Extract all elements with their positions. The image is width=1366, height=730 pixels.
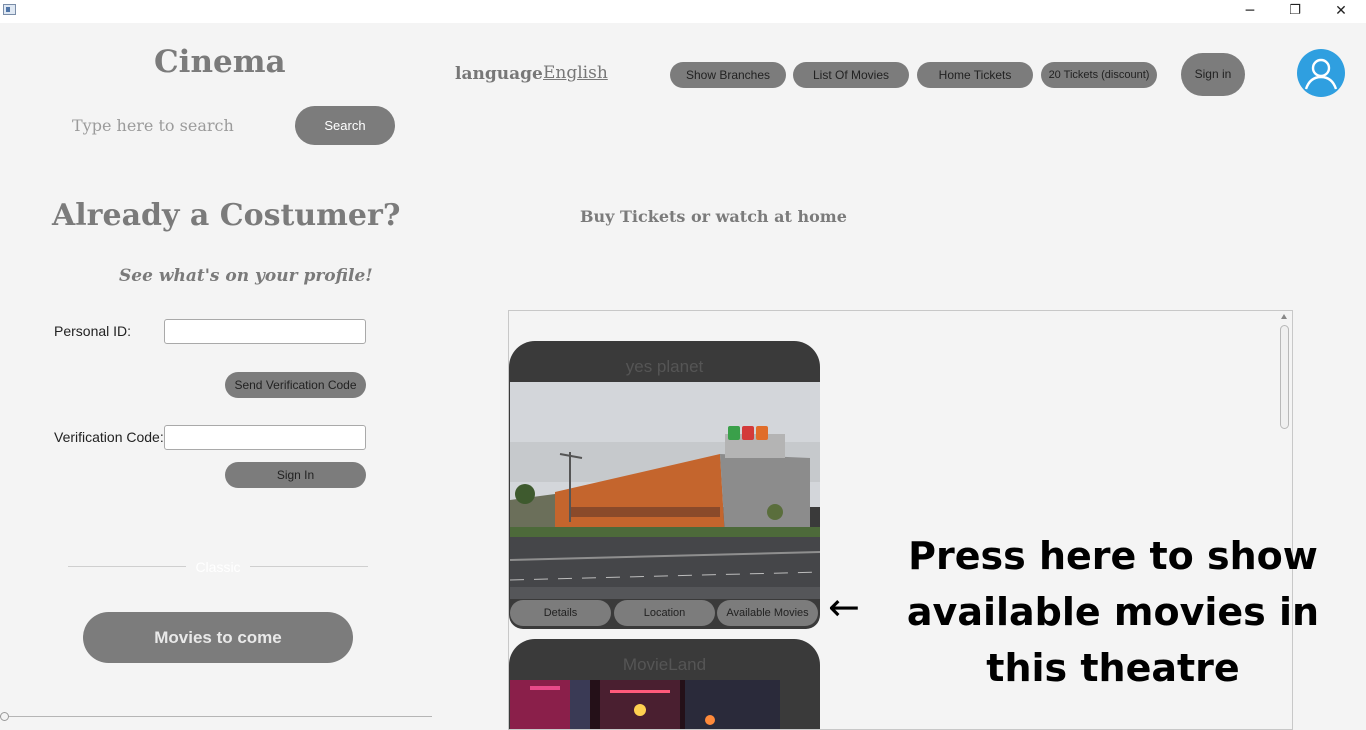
profile-subheading: See what's on your profile! — [119, 266, 373, 286]
window-titlebar: ─ ❐ ✕ — [0, 0, 1366, 23]
personal-id-label: Personal ID: — [54, 323, 132, 339]
left-arrow-icon: ← — [828, 585, 860, 629]
app-icon — [3, 4, 16, 15]
horizontal-scrollbar[interactable] — [0, 716, 432, 721]
close-button[interactable]: ✕ — [1318, 0, 1364, 23]
verification-code-field[interactable] — [164, 425, 366, 450]
branch-card: MovieLand — [509, 639, 820, 729]
maximize-button[interactable]: ❐ — [1272, 0, 1318, 23]
branch-photo — [510, 382, 820, 599]
verification-code-label: Verification Code: — [54, 429, 164, 445]
list-of-movies-button[interactable]: List Of Movies — [793, 62, 909, 88]
already-customer-heading: Already a Costumer? — [52, 198, 401, 233]
sign-in-submit-button[interactable]: Sign In — [225, 462, 366, 488]
vertical-scroll-thumb[interactable] — [1280, 325, 1289, 429]
search-button[interactable]: Search — [295, 106, 395, 145]
location-button[interactable]: Location — [614, 600, 715, 626]
branch-name: yes planet — [625, 357, 704, 376]
buy-tickets-heading: Buy Tickets or watch at home — [580, 207, 847, 226]
user-icon[interactable] — [1297, 49, 1345, 97]
scroll-up-icon[interactable] — [1281, 314, 1287, 319]
divider-right — [250, 566, 368, 567]
divider-left — [68, 566, 186, 567]
movies-to-come-button[interactable]: Movies to come — [83, 612, 353, 663]
send-verification-code-button[interactable]: Send Verification Code — [225, 372, 366, 398]
minimize-button[interactable]: ─ — [1227, 0, 1273, 23]
classic-label: Classic — [195, 559, 241, 575]
personal-id-field[interactable] — [164, 319, 366, 344]
sign-in-button[interactable]: Sign in — [1181, 53, 1245, 96]
language-label: language — [455, 64, 543, 84]
details-button[interactable]: Details — [510, 600, 611, 626]
brand-title: Cinema — [154, 44, 286, 80]
language-selector[interactable]: English — [543, 63, 608, 83]
twenty-tickets-button[interactable]: 20 Tickets (discount) — [1041, 62, 1157, 88]
available-movies-button[interactable]: Available Movies — [717, 600, 818, 626]
branch-card: yes planet Details Location Available Mo… — [509, 341, 820, 629]
annotation-text: Press here to show available movies in t… — [906, 534, 1320, 690]
search-input[interactable] — [62, 108, 282, 142]
branch-photo — [510, 680, 780, 729]
branch-name: MovieLand — [622, 655, 707, 674]
show-branches-button[interactable]: Show Branches — [670, 62, 786, 88]
branch-actions: Details Location Available Movies — [509, 599, 820, 627]
home-tickets-button[interactable]: Home Tickets — [917, 62, 1033, 88]
